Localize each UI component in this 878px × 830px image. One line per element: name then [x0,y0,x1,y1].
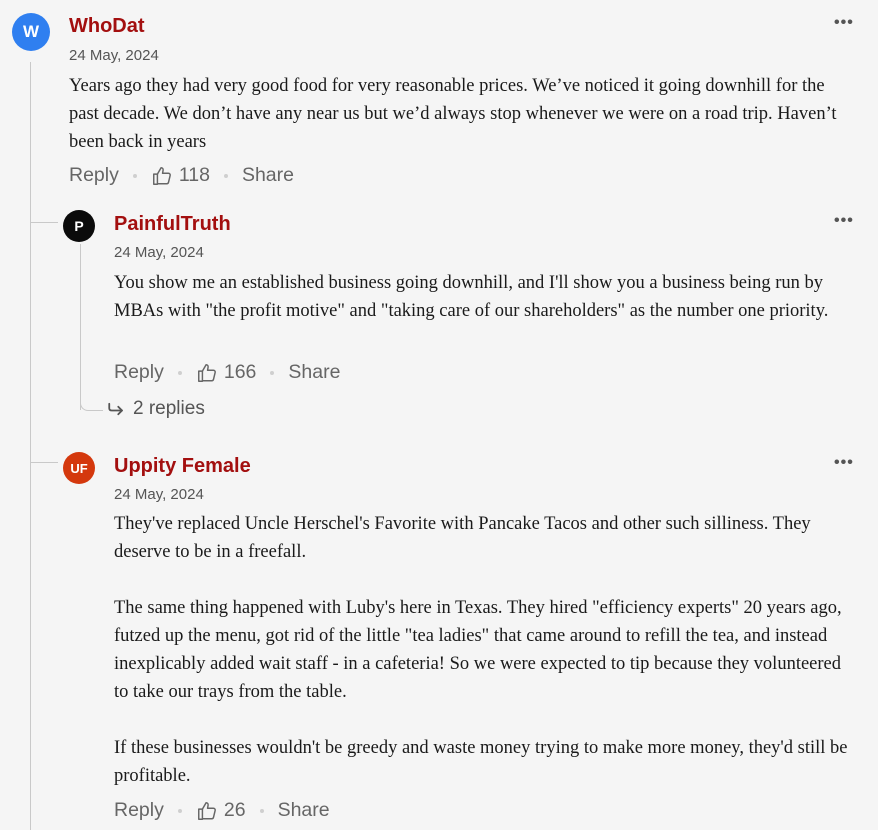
comment-date: 24 May, 2024 [114,244,204,261]
more-options-icon[interactable]: ••• [834,14,854,32]
comment-paragraph: If these businesses wouldn't be greedy a… [114,738,848,786]
like-button[interactable]: 118 [151,164,210,187]
comment-date: 24 May, 2024 [69,47,159,64]
share-button[interactable]: Share [278,799,330,822]
like-button[interactable]: 166 [196,361,257,384]
like-count: 26 [223,799,246,821]
separator [223,173,228,178]
share-button[interactable]: Share [288,361,340,384]
comment-paragraph: They've replaced Uncle Herschel's Favori… [114,514,811,562]
comment-actions: Reply 26 Share [114,799,330,822]
comment-date: 24 May, 2024 [114,486,204,503]
separator [177,808,182,813]
comment-author[interactable]: Uppity Female [114,455,251,478]
reply-thread-line [80,244,81,410]
comment-author[interactable]: WhoDat [69,15,145,38]
thumbs-up-icon [197,363,216,382]
like-button[interactable]: 26 [196,799,246,822]
like-count: 118 [178,164,210,186]
more-options-icon[interactable]: ••• [834,212,854,230]
avatar[interactable]: UF [63,452,95,484]
view-replies-button[interactable]: 2 replies [107,398,205,420]
separator [177,370,182,375]
comment-actions: Reply 118 Share [69,164,294,187]
comment-text: They've replaced Uncle Herschel's Favori… [114,510,859,790]
reply-button[interactable]: Reply [69,164,119,187]
thread-connector [30,446,58,463]
replies-count: 2 replies [133,398,205,419]
reply-arrow-icon [108,402,123,416]
reply-thread-connector [80,396,103,411]
separator [270,370,275,375]
comment-actions: Reply 166 Share [114,361,340,384]
comment-author[interactable]: PainfulTruth [114,213,231,236]
avatar[interactable]: W [12,13,50,51]
separator [259,808,264,813]
reply-button[interactable]: Reply [114,361,164,384]
comment-paragraph: The same thing happened with Luby's here… [114,598,842,702]
avatar[interactable]: P [63,210,95,242]
reply-button[interactable]: Reply [114,799,164,822]
thread-connector [30,206,58,223]
thumbs-up-icon [152,166,171,185]
comment-text: You show me an established business goin… [114,273,829,321]
more-options-icon[interactable]: ••• [834,454,854,472]
separator [132,173,137,178]
comment-text: Years ago they had very good food for ve… [69,76,837,152]
like-count: 166 [223,361,257,383]
thumbs-up-icon [197,801,216,820]
share-button[interactable]: Share [242,164,294,187]
